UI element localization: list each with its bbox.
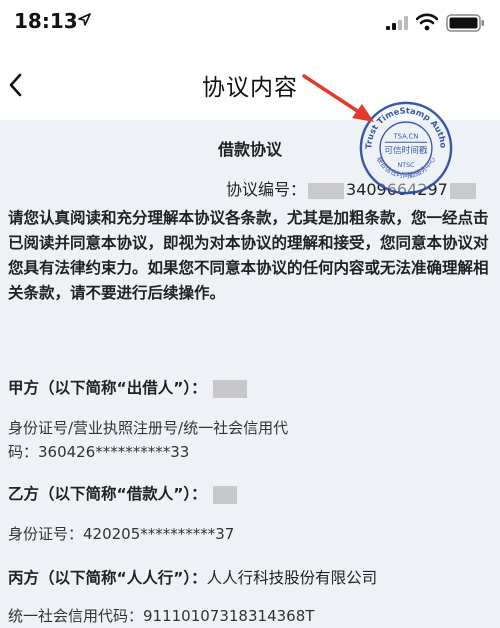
party-c-heading: 丙方（以下简称“人人行”）：人人行科技股份有限公司	[8, 566, 377, 588]
status-bar: 18:13	[0, 0, 500, 48]
status-time: 18:13	[14, 9, 78, 33]
cellular-signal-icon	[386, 16, 408, 30]
seal-bottom-code: NTSC	[398, 162, 415, 169]
red-arrow-icon	[302, 74, 374, 122]
party-a-heading: 甲方（以下简称“出借人”）：	[8, 376, 247, 398]
page-title: 协议内容	[202, 75, 298, 101]
seal-domain: TSA.CN	[393, 132, 419, 140]
party-b-id: 身份证号：420205**********37	[8, 525, 235, 543]
redaction-block	[308, 182, 345, 199]
party-a-id-line2: 码：360426**********33	[8, 443, 190, 461]
intro-paragraph: 请您认真阅读和充分理解本协议各条款，尤其是加粗条款，您一经点击已阅读并同意本协议…	[8, 209, 489, 302]
party-c-label: 丙方（以下简称“人人行”）：	[8, 569, 207, 587]
party-c-name: 人人行科技股份有限公司	[206, 569, 378, 587]
agreement-content: 借款协议 协议编号：3409664297 请您认真阅读和充分理解本协议各条款，尤…	[0, 120, 500, 628]
redacted-name	[212, 379, 247, 398]
party-b-label: 乙方（以下简称“借款人”）：	[8, 485, 207, 503]
agreement-number-label: 协议编号：	[226, 180, 307, 199]
seal-center: 可信时间戳	[384, 144, 428, 156]
party-b-heading: 乙方（以下简称“借款人”）：	[8, 482, 237, 504]
party-a-id: 身份证号/营业执照注册号/统一社会信用代 码：360426**********3…	[8, 416, 488, 464]
party-c-credit-code: 统一社会信用代码：91110107318314368T	[8, 607, 315, 625]
battery-icon	[446, 14, 484, 32]
wifi-icon	[416, 13, 438, 31]
party-a-id-line1: 身份证号/营业执照注册号/统一社会信用代	[8, 419, 289, 437]
party-a-label: 甲方（以下简称“出借人”）：	[8, 379, 207, 397]
location-arrow-icon	[78, 13, 91, 26]
redacted-name	[212, 485, 237, 504]
